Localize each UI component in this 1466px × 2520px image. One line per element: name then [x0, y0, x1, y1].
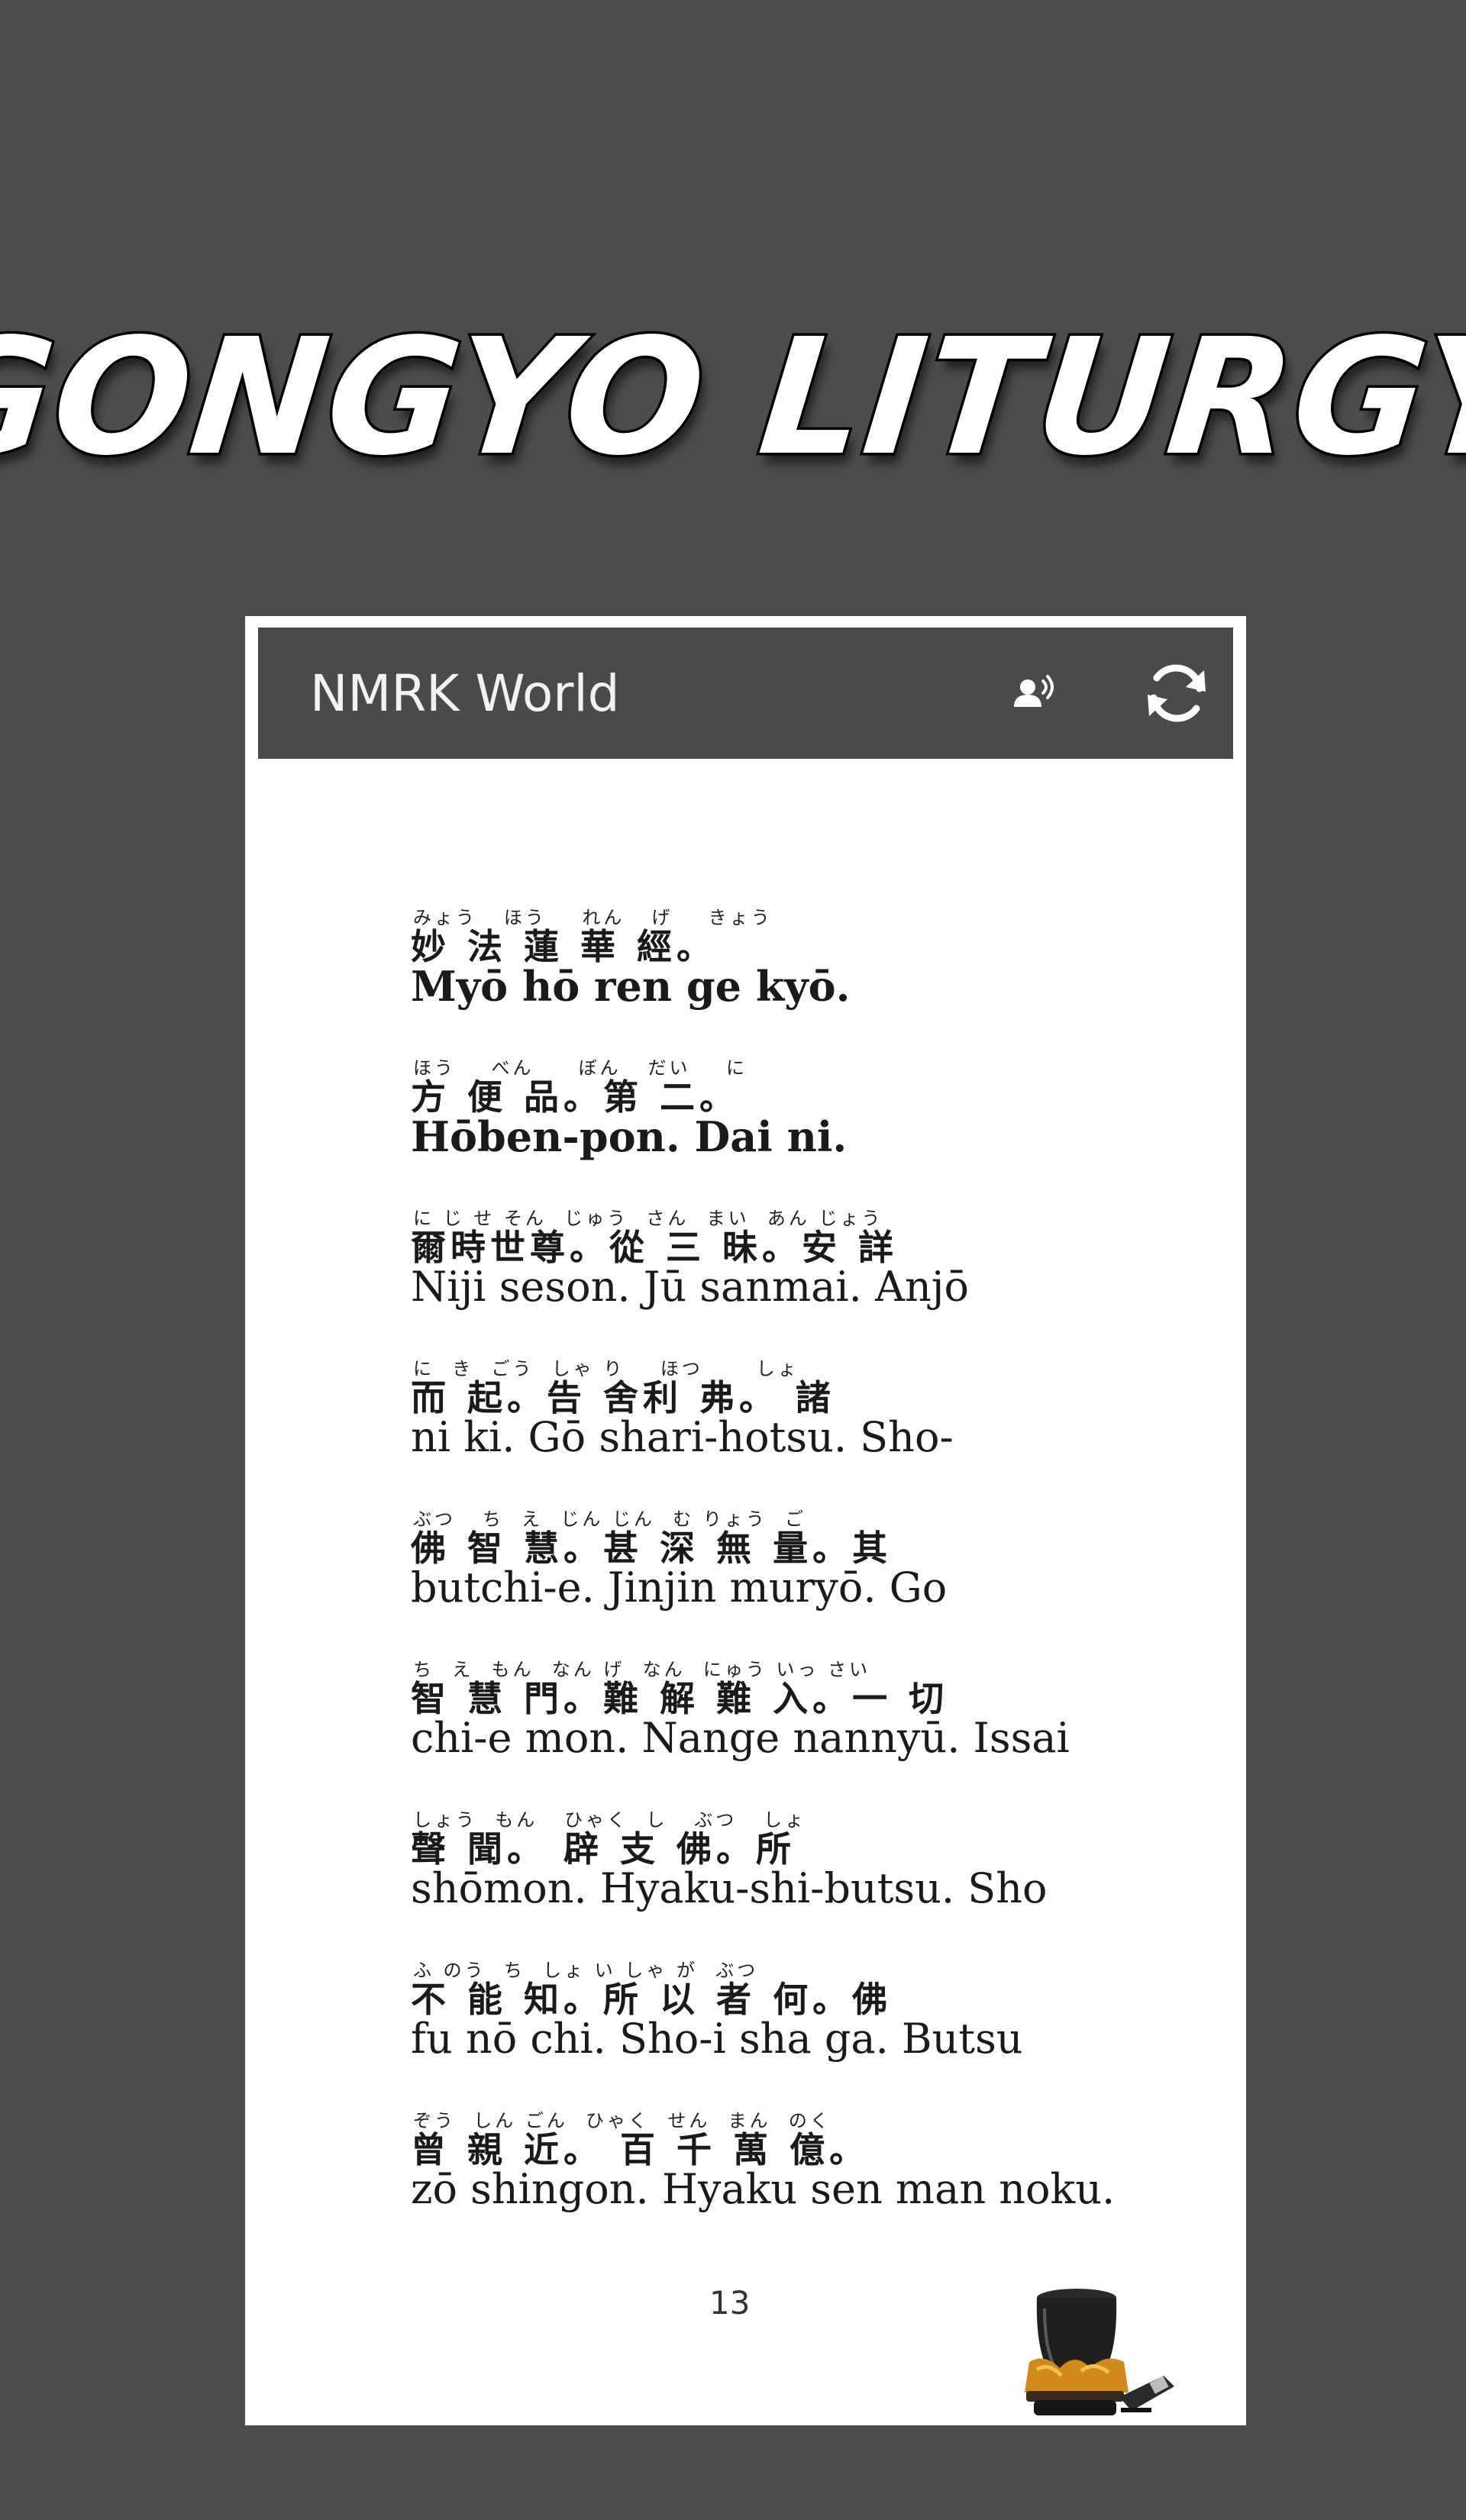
- romaji-text: Niji seson. Jū sanmai. Anjō: [411, 1263, 970, 1311]
- verse-line: しょう もん ひゃく し ぶつ しょ 聲 聞。 辟 支 佛。所 shōmon. …: [411, 1805, 1220, 1955]
- page-number: 13: [709, 2284, 751, 2322]
- sutra-page: みょう ほう れん げ きょう 妙 法 蓮 華 經。 Myō hō ren ge…: [245, 759, 1246, 2425]
- romaji-text: butchi-e. Jinjin muryō. Go: [411, 1563, 948, 1612]
- app-screenshot: NMRK World みょう ほう れん げ きょう 妙 法 蓮 華 經。 My…: [245, 616, 1246, 2425]
- verse-line: に じ せ そん じゅう さん まい あん じょう 爾時世尊。從 三 昧。安 詳…: [411, 1203, 1220, 1354]
- verse-line: みょう ほう れん げ きょう 妙 法 蓮 華 經。 Myō hō ren ge…: [411, 902, 1220, 1053]
- verse-line: ち え もん なん げ なん にゅう いっ さい 智 慧 門。難 解 難 入。一…: [411, 1654, 1220, 1805]
- refresh-icon: [1148, 664, 1206, 722]
- verse-line: ぶつ ち え じん じん む りょう ご 佛 智 慧。甚 深 無 量。其 but…: [411, 1504, 1220, 1654]
- title-banner: GONGYO LITURGY: [0, 290, 1466, 504]
- banner-title: GONGYO LITURGY: [0, 301, 1466, 493]
- romaji-text: shōmon. Hyaku-shi-butsu. Sho: [411, 1864, 1048, 1912]
- verse-line: ほう べん ぼん だい に 方 便 品。第 二。 Hōben-pon. Dai …: [411, 1053, 1220, 1203]
- bell-icon[interactable]: [1014, 2286, 1182, 2423]
- romaji-text: Myō hō ren ge kyō.: [411, 962, 851, 1011]
- verse-line: ふ のう ち しょ い しゃ が ぶつ 不 能 知。所 以 者 何。佛 fu n…: [411, 1955, 1220, 2105]
- romaji-text: zō shingon. Hyaku sen man noku.: [411, 2165, 1116, 2213]
- refresh-button[interactable]: [1134, 650, 1219, 736]
- romaji-text: fu nō chi. Sho-i sha ga. Butsu: [411, 2015, 1023, 2063]
- romaji-text: ni ki. Gō shari-hotsu. Sho-: [411, 1413, 954, 1461]
- app-title: NMRK World: [310, 664, 620, 723]
- verse-list: みょう ほう れん げ きょう 妙 法 蓮 華 經。 Myō hō ren ge…: [411, 902, 1220, 2256]
- verse-line: に き ごう しゃ り ほつ しょ 而 起。告 舍利 弗。 諸 ni ki. G…: [411, 1354, 1220, 1504]
- romaji-text: chi-e mon. Nange nannyū. Issai: [411, 1714, 1070, 1762]
- app-bar: NMRK World: [258, 628, 1233, 759]
- voice-button[interactable]: [991, 650, 1077, 736]
- romaji-text: Hōben-pon. Dai ni.: [411, 1112, 848, 1161]
- voice-speaker-icon: [1014, 675, 1054, 707]
- verse-line: ぞう しん ごん ひゃく せん まん のく 曾 親 近。 百 千 萬 億。 zō…: [411, 2105, 1220, 2256]
